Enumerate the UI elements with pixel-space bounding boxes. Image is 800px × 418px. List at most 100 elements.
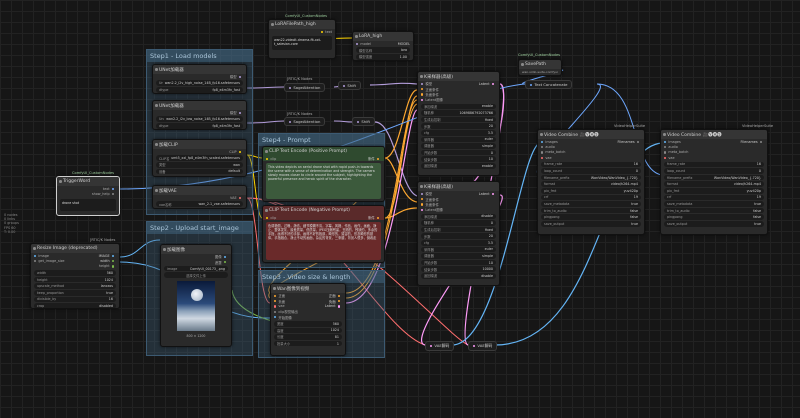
widget-loop-count[interactable]: loop_count 0 [541,168,641,174]
text-field[interactable]: wan22-videolt-drrama-fit-xxt-t_salesian-… [272,36,332,51]
widget--[interactable]: 采样器 euler [421,136,496,143]
port-dot[interactable] [664,145,667,149]
widget-pingpong[interactable]: pingpong false [541,214,641,220]
unet-name-widget[interactable]: Unetwan2.2_i2v_high_noise_14B_fp16.safet… [156,80,243,86]
widget--[interactable]: 返回噪波 enable [421,162,496,169]
vae-decode-node[interactable]: VAE解码 [468,341,498,351]
video-combine-1-node[interactable]: Video Combine 🎥🅥🅗🅢 images Filenames audio m… [537,129,645,235]
port-dot[interactable] [274,316,277,319]
widget-save-output[interactable]: save_output true [541,220,641,227]
dtype-widget[interactable]: dtype fp8_e4m3fn_fast [156,86,243,93]
port-dot[interactable] [421,208,424,212]
port-dot[interactable] [664,156,667,160]
trigger-text-field[interactable]: drone shot [60,198,116,211]
clip-device-widget[interactable]: 设备 default [156,168,243,175]
vae-name-widget[interactable]: vae名称 wan_2.1_vae.safetensors [156,201,243,207]
text-concatenate-node[interactable]: Text Concatenate [525,80,573,89]
positive-prompt-text[interactable]: This video depicts an aerial drone shot … [266,163,381,200]
widget--[interactable]: 添加噪波 disable [421,213,496,220]
port-dot[interactable] [491,192,494,195]
widget--[interactable]: 宽度 560 [274,320,342,327]
vae-loader-node[interactable]: 加载VAE VAE vae名称 wan_2.1_vae.safetensors [152,185,247,209]
port-dot[interactable] [636,140,639,143]
sage-attention-node[interactable]: SageAttention [284,83,326,92]
widget-save-output[interactable]: save_output true [664,220,764,227]
widget-upscale-method[interactable]: upscale_method lanczos [34,283,116,289]
widget--[interactable]: 结束步数 10 [421,156,496,162]
ksampler-advanced-1-node[interactable]: K采样器(高级) 模型 Latent 正面条件 负面条件 Latent图像 添加噪波 en… [417,71,500,176]
vae-decode-node[interactable]: VAE解码 [425,341,455,351]
widget--[interactable]: 生成后控制 fixed [421,116,496,123]
widget--[interactable]: 调度器 simple [421,143,496,149]
negative-prompt-text[interactable]: 色调艳丽，过曝，静态，细节模糊不清，字幕，风格，作品，画作，画面，静止，整体发灰… [266,222,381,261]
port-dot[interactable] [421,197,424,201]
unet-loader-high-node[interactable]: UNet加载器 模型 Unetwan2.2_i2v_high_noise_14B… [152,64,247,94]
upload-button[interactable]: 选择文件上传 [164,272,228,278]
widget--[interactable]: 批量大小 1 [274,340,342,347]
widget--[interactable]: 随机种 1069886792073766 [421,110,496,116]
widget-trim-to-audio[interactable]: trim_to_audio false [664,207,764,214]
widget-cfg[interactable]: cfg 3.5 [421,239,496,246]
widget-pix-fmt[interactable]: pix_fmt yuv420p [541,187,641,194]
port-dot[interactable] [337,305,340,308]
load-image-node[interactable]: 加载图像 图像 遮罩 image ComfyUI_00173_.png 选择文件上… [160,244,232,347]
port-dot[interactable] [541,156,544,160]
widget-filename-prefix[interactable]: filename_prefix WanVideo/WanVideo_{.720} [664,174,764,181]
port-dot[interactable] [541,140,544,143]
clip-type-widget[interactable]: 类型 wan [156,161,243,168]
port-dot[interactable] [491,82,494,85]
port-dot[interactable] [337,299,340,303]
widget--[interactable]: 结束步数 10000 [421,266,496,272]
widget-divisible-by[interactable]: divisible_by 16 [34,296,116,303]
port-dot[interactable] [664,151,667,154]
widget-format[interactable]: format video/h264-mp4 [541,181,641,187]
clip-name-widget[interactable]: CLIP名称umt5_xxl_fp8_e4m3fn_scaled.safeten… [156,155,243,161]
widget-filename-prefix[interactable]: filename_prefix WanVideo/WanVideo_{.720} [541,174,641,181]
widget--[interactable]: 调度器 simple [421,253,496,259]
widget-format[interactable]: format video/h264-mp4 [664,181,764,187]
trigger-word-node[interactable]: TriggerWord text show_help drone shot [56,176,120,216]
port-dot[interactable] [541,145,544,149]
widget-save-metadata[interactable]: save_metadata true [664,201,764,207]
lora-filepath-node[interactable]: LoRAFilePath_high text wan22-videolt-drr… [268,19,336,59]
widget-cfg[interactable]: cfg 3.5 [421,129,496,136]
port-dot[interactable] [759,140,762,143]
port-dot[interactable] [421,98,424,102]
widget-keep-proportion[interactable]: keep_proportion true [34,289,116,296]
lora-high-node[interactable]: LoRA_high model MODEL 模型名称 lora 模型强度 1.00 [352,31,414,61]
lora-strength-widget[interactable]: 模型强度 1.00 [356,53,410,60]
dtype-widget[interactable]: dtype fp8_e4m3fn_fast [156,122,243,129]
shift-node[interactable]: Shift [338,81,362,90]
save-path-node[interactable]: SavePath wan-vidlo-suite-comfyui [518,59,562,76]
widget-height[interactable]: height 1024 [34,276,116,283]
widget-width[interactable]: width 560 [34,270,116,276]
port-dot[interactable] [421,87,424,91]
widget-crf[interactable]: crf 19 [664,194,764,201]
negative-prompt-node[interactable]: CLIP Text Encode (Negative Prompt) clip 条… [262,205,385,263]
widget-trim-to-audio[interactable]: trim_to_audio false [541,207,641,214]
widget--[interactable]: 高度 1024 [274,327,342,334]
widget--[interactable]: 步数 20 [421,123,496,129]
positive-prompt-node[interactable]: CLIP Text Encode (Positive Prompt) clip 条… [262,146,385,202]
widget--[interactable]: 采样器 euler [421,246,496,253]
widget-frame-rate[interactable]: frame_rate 16 [664,161,764,168]
widget--[interactable]: 返回噪波 disable [421,272,496,279]
lora-name-widget[interactable]: 模型名称 lora [356,47,410,53]
port-dot[interactable] [664,140,667,143]
port-dot[interactable] [421,203,424,206]
widget-pingpong[interactable]: pingpong false [664,214,764,220]
port-dot[interactable] [274,310,277,314]
wan-image-to-video-node[interactable]: Wan图像到视频 正面 正面 负面 负面 vae Latent clip视觉输出 开始图像 宽… [270,283,346,356]
port-dot[interactable] [541,151,544,154]
ksampler-advanced-2-node[interactable]: K采样器(高级) 模型 Latent 正面条件 负面条件 Latent图像 添加噪波 di… [417,181,500,286]
widget-crop[interactable]: crop disabled [34,303,116,308]
unet-name-widget[interactable]: Unetwan2.2_i2v_low_noise_14B_fp16.safete… [156,116,243,122]
widget--[interactable]: 随机种 0 [421,220,496,226]
widget-crf[interactable]: crf 19 [541,194,641,201]
port-dot[interactable] [421,93,424,96]
widget-frame-rate[interactable]: frame_rate 16 [541,161,641,168]
port-dot[interactable] [421,192,424,195]
widget-loop-count[interactable]: loop_count 0 [664,168,764,174]
widget--[interactable]: 生成后控制 fixed [421,226,496,233]
clip-loader-node[interactable]: 加载CLIP CLIP CLIP名称umt5_xxl_fp8_e4m3fn_sc… [152,139,247,177]
